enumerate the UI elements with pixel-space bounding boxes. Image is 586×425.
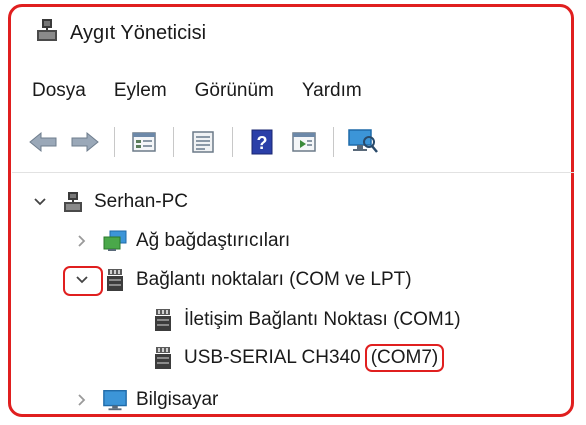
tree-node-ports[interactable]: Bağlantı noktaları (COM ve LPT)	[72, 265, 412, 295]
driver-update-icon	[292, 132, 316, 152]
chevron-highlight	[63, 266, 103, 296]
details-view-icon	[192, 131, 214, 153]
tree-label-root: Serhan-PC	[94, 191, 188, 212]
svg-text:?: ?	[257, 133, 268, 153]
menu-item-dosya[interactable]: Dosya	[32, 80, 86, 102]
tree-label-port-com7: USB-SERIAL CH340	[184, 347, 361, 368]
port-icon	[150, 307, 176, 333]
driver-update-button[interactable]	[287, 125, 321, 159]
toolbar-separator	[114, 127, 115, 157]
chevron-right-icon[interactable]	[72, 231, 92, 251]
tree-label-port-com1: İletişim Bağlantı Noktası (COM1)	[184, 309, 461, 330]
port-icon	[102, 267, 128, 293]
details-button[interactable]	[186, 125, 220, 159]
network-adapter-icon	[102, 228, 128, 254]
com7-badge: (COM7)	[364, 344, 445, 372]
properties-icon	[132, 132, 156, 152]
tree-node-computer[interactable]: Bilgisayar	[72, 385, 218, 415]
chevron-right-icon[interactable]	[72, 390, 92, 410]
menu-item-yardim[interactable]: Yardım	[302, 80, 362, 102]
tree-label-ports: Bağlantı noktaları (COM ve LPT)	[136, 269, 412, 290]
properties-button[interactable]	[127, 125, 161, 159]
computer-tree-icon	[60, 189, 86, 215]
toolbar-divider	[12, 172, 574, 173]
tree-label-computer: Bilgisayar	[136, 389, 219, 410]
tree-label-network-adapters: Ağ bağdaştırıcıları	[136, 230, 291, 251]
forward-button[interactable]	[68, 125, 102, 159]
forward-arrow-icon	[71, 131, 99, 153]
menu-item-gorunum[interactable]: Görünüm	[195, 80, 274, 102]
window-title: Aygıt Yöneticisi	[70, 21, 207, 44]
scan-hardware-icon	[348, 129, 378, 153]
toolbar-separator	[173, 127, 174, 157]
tree-node-port-com7[interactable]: USB-SERIAL CH340 (COM7)	[150, 343, 445, 373]
tree-node-network-adapters[interactable]: Ağ bağdaştırıcıları	[72, 226, 290, 256]
title-bar: Aygıt Yöneticisi	[34, 16, 206, 50]
port-icon	[150, 345, 176, 371]
toolbar: ?	[26, 122, 566, 162]
scan-hardware-button[interactable]	[346, 125, 380, 159]
device-manager-icon	[34, 17, 60, 49]
chevron-down-icon[interactable]	[30, 192, 50, 212]
toolbar-separator	[333, 127, 334, 157]
menu-item-eylem[interactable]: Eylem	[114, 80, 167, 102]
tree-node-root[interactable]: Serhan-PC	[30, 187, 188, 217]
back-button[interactable]	[26, 125, 60, 159]
menu-bar: Dosya Eylem Görünüm Yardım	[32, 74, 362, 108]
help-icon: ?	[251, 129, 273, 155]
tree-node-port-com1[interactable]: İletişim Bağlantı Noktası (COM1)	[150, 305, 461, 335]
monitor-icon	[102, 387, 128, 413]
back-arrow-icon	[29, 131, 57, 153]
help-button[interactable]: ?	[245, 125, 279, 159]
toolbar-separator	[232, 127, 233, 157]
